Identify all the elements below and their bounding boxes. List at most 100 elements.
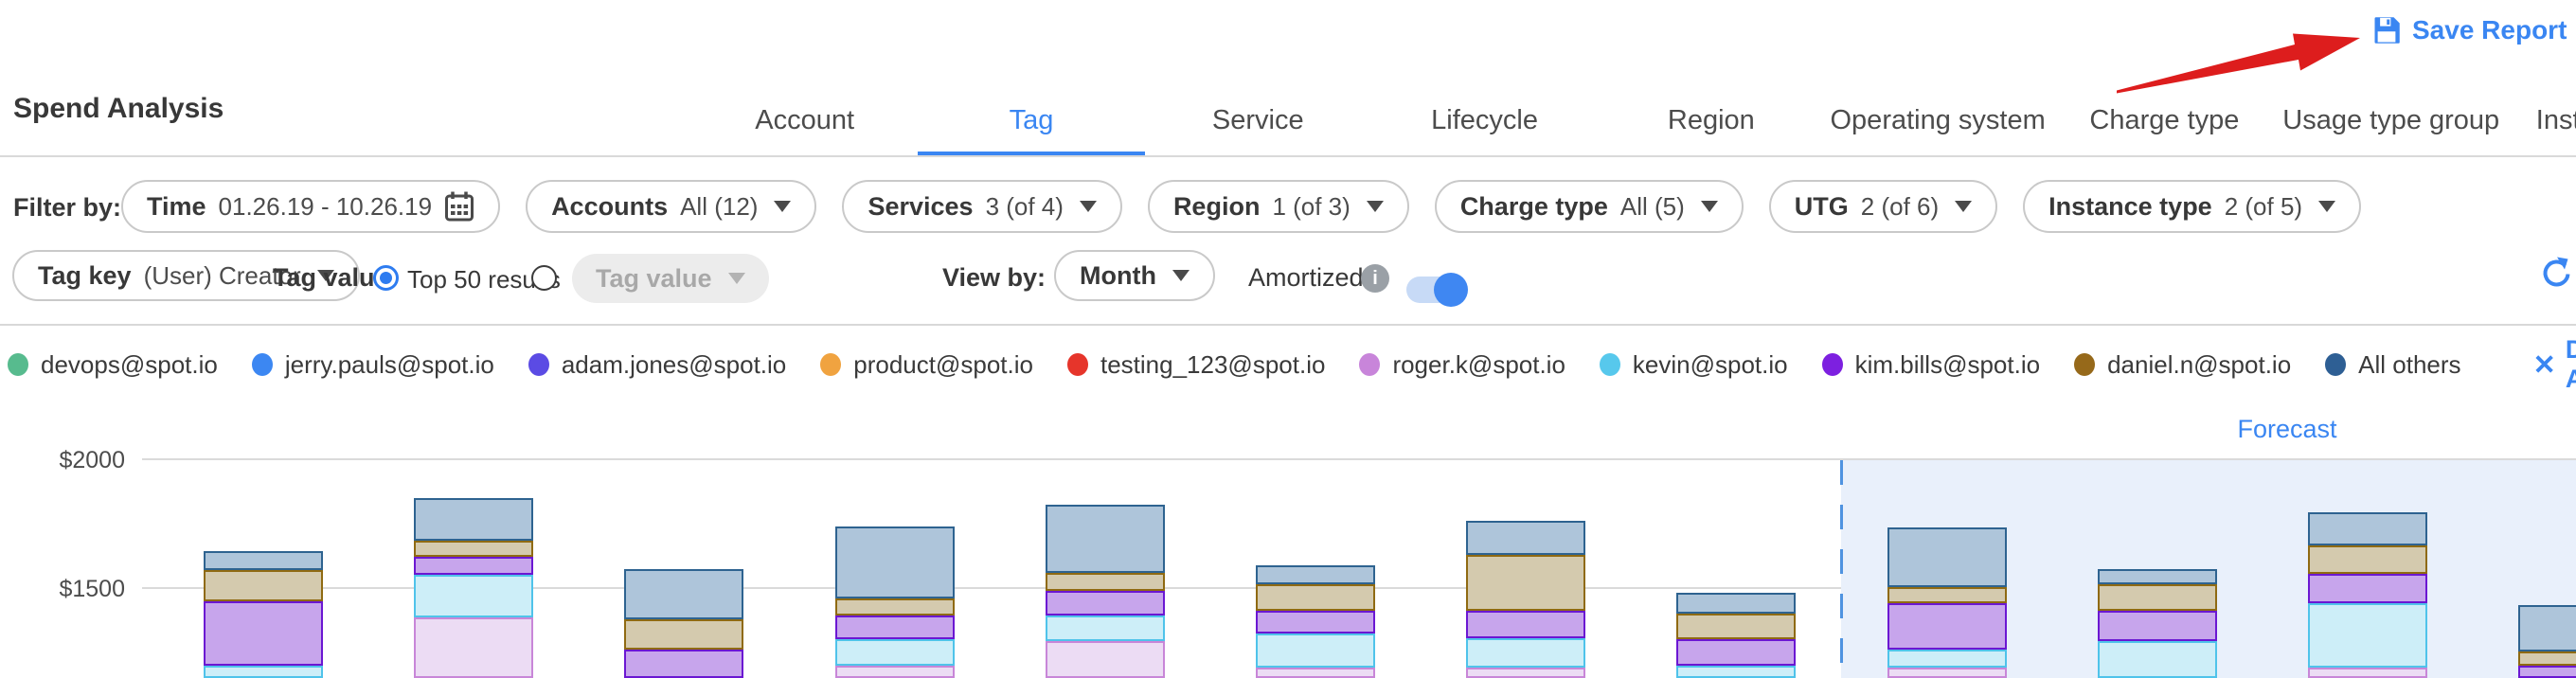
bar-7-segment-roger-k-spot-io[interactable] bbox=[1466, 668, 1585, 678]
legend-label: product@spot.io bbox=[853, 350, 1033, 380]
bar-11-segment-kim-bills-spot-io[interactable] bbox=[2308, 574, 2427, 603]
time-filter-pill[interactable]: Time01.26.19 - 10.26.19 bbox=[121, 180, 500, 233]
bar-10-segment-kevin-spot-io[interactable] bbox=[2098, 641, 2217, 678]
legend-item-daniel-n-spot-io[interactable]: daniel.n@spot.io bbox=[2074, 350, 2291, 380]
tab-tag[interactable]: Tag bbox=[918, 83, 1144, 157]
bar-11-segment-kevin-spot-io[interactable] bbox=[2308, 603, 2427, 668]
bar-2-segment-kevin-spot-io[interactable] bbox=[414, 575, 533, 617]
custom-tag-value-radio[interactable] bbox=[531, 265, 557, 291]
bar-12-segment-kim-bills-spot-io[interactable] bbox=[2518, 666, 2576, 678]
bar-2-segment-All-others[interactable] bbox=[414, 498, 533, 541]
bar-5-segment-daniel-n-spot-io[interactable] bbox=[1046, 573, 1165, 591]
tab-lifecycle[interactable]: Lifecycle bbox=[1371, 83, 1598, 157]
bar-8-segment-kevin-spot-io[interactable] bbox=[1676, 666, 1796, 678]
legend-item-devops-spot-io[interactable]: devops@spot.io bbox=[8, 350, 218, 380]
bar-5-segment-kim-bills-spot-io[interactable] bbox=[1046, 591, 1165, 616]
bar-5-segment-roger-k-spot-io[interactable] bbox=[1046, 641, 1165, 678]
reset-icon[interactable] bbox=[2538, 256, 2572, 290]
bar-4-segment-roger-k-spot-io[interactable] bbox=[835, 666, 955, 678]
region-filter-pill[interactable]: Region1 (of 3) bbox=[1148, 180, 1409, 233]
region-value: 1 (of 3) bbox=[1272, 192, 1350, 222]
top-50-results-radio[interactable] bbox=[373, 265, 399, 291]
bar-7-segment-kim-bills-spot-io[interactable] bbox=[1466, 611, 1585, 638]
bar-10-segment-kim-bills-spot-io[interactable] bbox=[2098, 611, 2217, 640]
bar-6-segment-daniel-n-spot-io[interactable] bbox=[1256, 584, 1375, 612]
bar-3-segment-kim-bills-spot-io[interactable] bbox=[624, 650, 743, 678]
legend-dot bbox=[252, 353, 273, 376]
legend-label: All others bbox=[2358, 350, 2460, 380]
legend-label: kevin@spot.io bbox=[1633, 350, 1788, 380]
legend-dot bbox=[1822, 353, 1843, 376]
bar-7-segment-daniel-n-spot-io[interactable] bbox=[1466, 555, 1585, 612]
bar-1-segment-kim-bills-spot-io[interactable] bbox=[204, 601, 323, 666]
legend-item-testing-123-spot-io[interactable]: testing_123@spot.io bbox=[1067, 350, 1325, 380]
view-by-dropdown[interactable]: Month bbox=[1054, 250, 1215, 301]
save-report-button[interactable]: Save Report bbox=[2372, 15, 2567, 45]
bar-4-segment-All-others[interactable] bbox=[835, 526, 955, 598]
tab-region[interactable]: Region bbox=[1598, 83, 1824, 157]
bar-9-segment-daniel-n-spot-io[interactable] bbox=[1887, 587, 2007, 604]
bar-1-segment-All-others[interactable] bbox=[204, 551, 323, 570]
bar-6-segment-roger-k-spot-io[interactable] bbox=[1256, 668, 1375, 678]
instance-type-filter-pill[interactable]: Instance type2 (of 5) bbox=[2023, 180, 2361, 233]
bar-3-segment-All-others[interactable] bbox=[624, 569, 743, 619]
legend-label: testing_123@spot.io bbox=[1100, 350, 1325, 380]
bar-9-segment-kevin-spot-io[interactable] bbox=[1887, 650, 2007, 668]
chevron-down-icon bbox=[728, 273, 745, 284]
tab-account[interactable]: Account bbox=[691, 83, 918, 157]
deselect-all-button[interactable]: ✕Deselect All bbox=[2533, 335, 2576, 394]
utg-value: 2 (of 6) bbox=[1861, 192, 1939, 222]
bar-6-segment-kim-bills-spot-io[interactable] bbox=[1256, 611, 1375, 633]
bar-6-segment-kevin-spot-io[interactable] bbox=[1256, 633, 1375, 669]
bar-12-segment-All-others[interactable] bbox=[2518, 605, 2576, 651]
filter-by-label: Filter by: bbox=[13, 193, 121, 223]
legend-item-All others[interactable]: All others bbox=[2325, 350, 2460, 380]
amortized-toggle[interactable] bbox=[1406, 277, 1465, 303]
deselect-all-label: Deselect All bbox=[2566, 335, 2576, 394]
legend-item-product-spot-io[interactable]: product@spot.io bbox=[820, 350, 1033, 380]
bar-7-segment-kevin-spot-io[interactable] bbox=[1466, 638, 1585, 668]
accounts-filter-pill[interactable]: AccountsAll (12) bbox=[526, 180, 816, 233]
bar-7-segment-All-others[interactable] bbox=[1466, 521, 1585, 554]
legend-item-roger-k-spot-io[interactable]: roger.k@spot.io bbox=[1359, 350, 1565, 380]
bar-4-segment-kevin-spot-io[interactable] bbox=[835, 639, 955, 665]
bar-10-segment-All-others[interactable] bbox=[2098, 569, 2217, 584]
tab-instance-type[interactable]: Instance type bbox=[2504, 83, 2576, 157]
bar-4-segment-daniel-n-spot-io[interactable] bbox=[835, 598, 955, 616]
bar-8-segment-All-others[interactable] bbox=[1676, 593, 1796, 614]
bar-1-segment-kevin-spot-io[interactable] bbox=[204, 666, 323, 678]
legend-dot bbox=[1359, 353, 1380, 376]
bar-3-segment-daniel-n-spot-io[interactable] bbox=[624, 619, 743, 651]
bar-9-segment-All-others[interactable] bbox=[1887, 527, 2007, 587]
bar-8-segment-kim-bills-spot-io[interactable] bbox=[1676, 639, 1796, 665]
bar-2-segment-kim-bills-spot-io[interactable] bbox=[414, 557, 533, 575]
bar-6-segment-All-others[interactable] bbox=[1256, 565, 1375, 584]
utg-filter-pill[interactable]: UTG2 (of 6) bbox=[1769, 180, 1997, 233]
bar-12-segment-daniel-n-spot-io[interactable] bbox=[2518, 651, 2576, 666]
legend-item-jerry-pauls-spot-io[interactable]: jerry.pauls@spot.io bbox=[252, 350, 494, 380]
services-filter-pill[interactable]: Services3 (of 4) bbox=[842, 180, 1121, 233]
bar-4-segment-kim-bills-spot-io[interactable] bbox=[835, 616, 955, 640]
bar-11-segment-daniel-n-spot-io[interactable] bbox=[2308, 545, 2427, 574]
legend-item-adam-jones-spot-io[interactable]: adam.jones@spot.io bbox=[528, 350, 786, 380]
legend-item-kevin-spot-io[interactable]: kevin@spot.io bbox=[1600, 350, 1788, 380]
bar-2-segment-roger-k-spot-io[interactable] bbox=[414, 617, 533, 678]
bar-11-segment-roger-k-spot-io[interactable] bbox=[2308, 668, 2427, 678]
bar-9-segment-kim-bills-spot-io[interactable] bbox=[1887, 603, 2007, 650]
bar-5-segment-kevin-spot-io[interactable] bbox=[1046, 616, 1165, 641]
bar-8-segment-daniel-n-spot-io[interactable] bbox=[1676, 614, 1796, 639]
charge-type-filter-pill[interactable]: Charge typeAll (5) bbox=[1435, 180, 1744, 233]
bar-5-segment-All-others[interactable] bbox=[1046, 505, 1165, 573]
info-icon[interactable]: i bbox=[1361, 264, 1389, 293]
bar-1-segment-daniel-n-spot-io[interactable] bbox=[204, 570, 323, 601]
tab-charge-type[interactable]: Charge type bbox=[2051, 83, 2278, 157]
bar-10-segment-daniel-n-spot-io[interactable] bbox=[2098, 584, 2217, 612]
tab-operating-system[interactable]: Operating system bbox=[1824, 83, 2050, 157]
tag-value-pill-label: Tag value bbox=[596, 264, 712, 294]
bar-11-segment-All-others[interactable] bbox=[2308, 512, 2427, 545]
tab-usage-type-group[interactable]: Usage type group bbox=[2278, 83, 2504, 157]
bar-2-segment-daniel-n-spot-io[interactable] bbox=[414, 541, 533, 558]
bar-9-segment-roger-k-spot-io[interactable] bbox=[1887, 668, 2007, 678]
legend-item-kim-bills-spot-io[interactable]: kim.bills@spot.io bbox=[1822, 350, 2040, 380]
tab-service[interactable]: Service bbox=[1145, 83, 1371, 157]
